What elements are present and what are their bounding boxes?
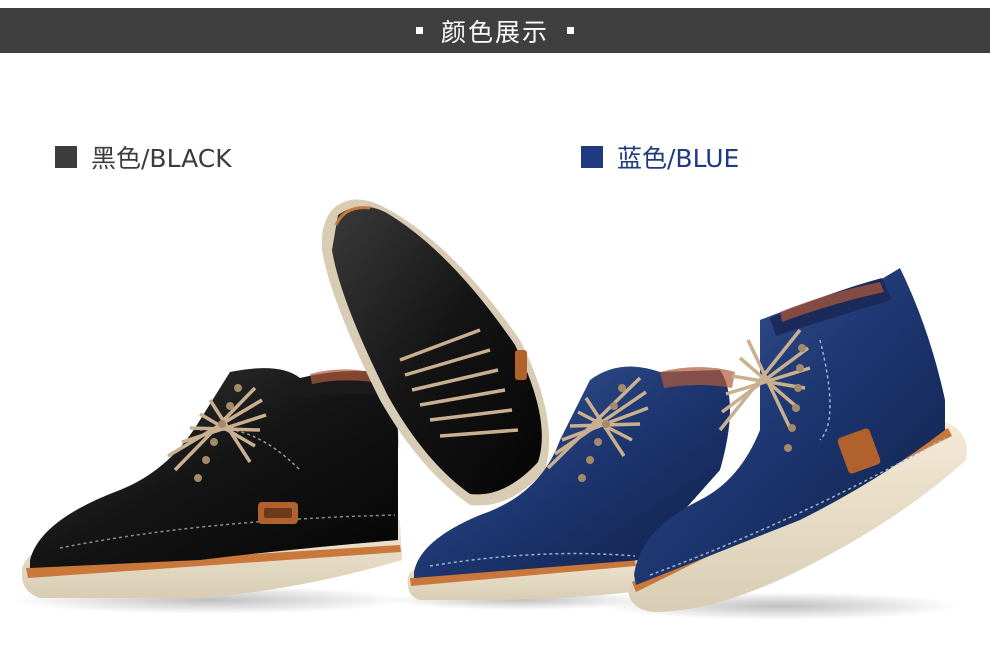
bullet-square-icon	[415, 27, 423, 34]
section-title: 颜色展示	[440, 17, 549, 47]
color-option-black: 黑色/BLACK	[55, 139, 232, 175]
black-boot-side	[21, 368, 403, 598]
section-header: 颜色展示	[0, 8, 990, 53]
color-label-blue: 蓝色/BLUE	[617, 144, 740, 173]
product-photo	[10, 199, 967, 620]
color-option-blue: 蓝色/BLUE	[581, 139, 739, 175]
bullet-square-icon	[567, 27, 574, 34]
black-swatch	[55, 146, 77, 168]
blue-swatch	[581, 146, 603, 168]
color-label-black: 黑色/BLACK	[91, 144, 232, 173]
